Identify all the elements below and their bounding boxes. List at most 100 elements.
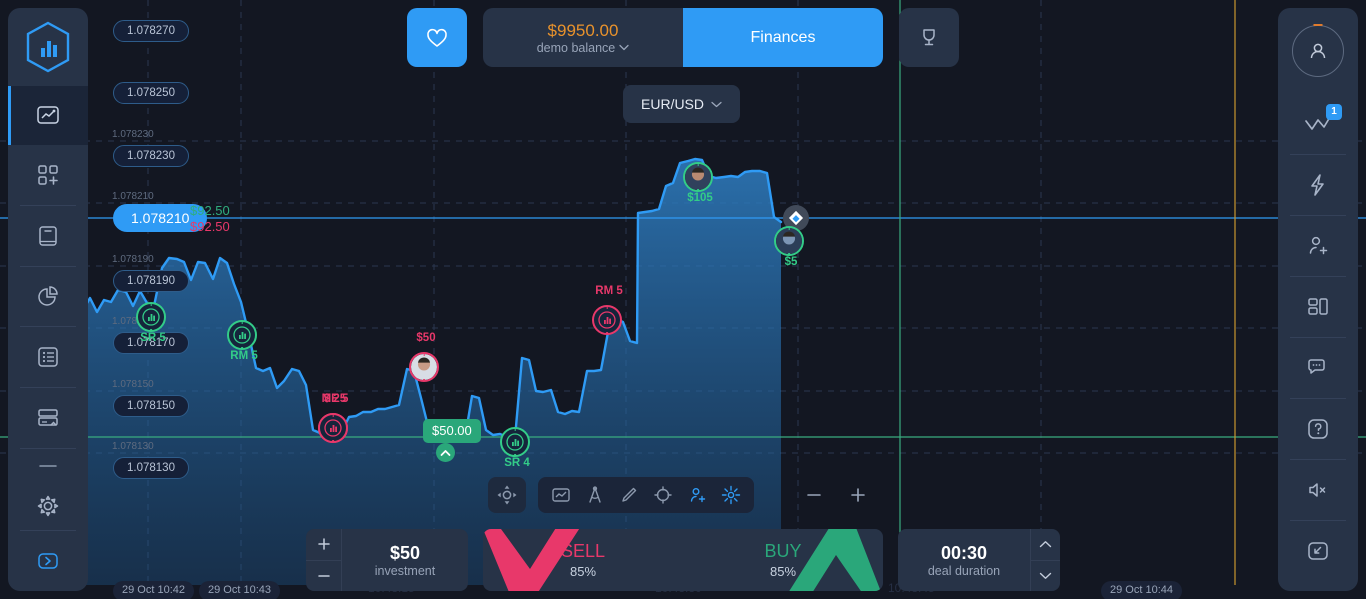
user-plus-icon <box>1305 233 1331 259</box>
plus-icon <box>317 537 331 551</box>
marker-label: $105 <box>687 192 713 204</box>
price-pill[interactable]: 1.078230 <box>113 145 189 167</box>
sidebar-item-book[interactable] <box>8 206 88 266</box>
trading-platform-app: 1.0782301.0782101.0781901.0781701.078150… <box>0 0 1366 599</box>
price-pill[interactable]: 1.078150 <box>113 395 189 417</box>
follow-trader-tool[interactable] <box>680 477 714 513</box>
card-up-icon <box>35 405 61 431</box>
grid-price-label: 1.078150 <box>112 379 154 390</box>
pan-move-icon <box>496 484 518 506</box>
time-axis-label: 29 Oct 10:42 <box>113 581 194 599</box>
marker-label: $ 25 <box>324 393 346 405</box>
sidebar-item-widgets[interactable] <box>8 145 88 205</box>
time-axis-label: 29 Oct 10:43 <box>199 581 280 599</box>
price-pill[interactable]: 1.078130 <box>113 457 189 479</box>
profile-avatar[interactable] <box>1278 8 1358 94</box>
gear-icon <box>35 493 61 519</box>
marker-bubble <box>500 427 530 457</box>
indicators-tool[interactable] <box>714 477 748 513</box>
trader-marker-50[interactable]: $50 <box>409 352 443 382</box>
investment-steppers <box>306 529 342 591</box>
sidebar-item-list[interactable] <box>8 327 88 387</box>
price-pill[interactable]: 1.078250 <box>113 82 189 104</box>
trader-marker-rm5-right[interactable]: RM 5 <box>592 305 626 335</box>
trader-marker-sr4[interactable]: SR 4 <box>500 427 534 457</box>
zoom-out-button[interactable] <box>800 481 828 509</box>
chart-type-tool[interactable] <box>544 477 578 513</box>
zoom-controls <box>800 477 872 513</box>
sell-button[interactable]: SELL 85% <box>483 529 683 591</box>
open-deal-direction-icon <box>436 443 455 462</box>
chevron-down-icon <box>1039 571 1052 580</box>
top-bar: $9950.00 demo balance Finances EUR/USD <box>0 0 1366 75</box>
investment-control: $50 investment <box>306 529 468 591</box>
marker-bubble <box>409 352 439 382</box>
price-pill[interactable]: 1.078190 <box>113 270 189 292</box>
list-icon <box>35 344 61 370</box>
pencil-tool[interactable] <box>612 477 646 513</box>
asset-selector[interactable]: EUR/USD <box>623 85 740 123</box>
crosshair-tool[interactable] <box>646 477 680 513</box>
signals-button[interactable] <box>1278 155 1358 215</box>
zoom-in-button[interactable] <box>844 481 872 509</box>
layout-button[interactable] <box>1278 277 1358 337</box>
asset-label: EUR/USD <box>641 96 704 112</box>
user-avatar-icon <box>1306 39 1330 63</box>
heart-icon <box>425 26 449 50</box>
marker-bubble <box>227 320 257 350</box>
fullscreen-button[interactable] <box>1278 521 1358 581</box>
balance-selector[interactable]: $9950.00 demo balance <box>483 8 683 67</box>
grid-plus-icon <box>35 162 61 188</box>
tournaments-button[interactable] <box>899 8 959 67</box>
trades-button[interactable]: 1 <box>1278 94 1358 154</box>
investment-increase-button[interactable] <box>306 529 341 561</box>
marker-bubble <box>592 305 622 335</box>
sidebar-item-payments[interactable] <box>8 388 88 448</box>
sidebar-minimize[interactable] <box>8 449 88 483</box>
pan-tool-button[interactable] <box>488 477 526 513</box>
trader-marker-105[interactable]: $105 <box>683 162 717 192</box>
app-logo[interactable] <box>8 8 88 86</box>
chevron-up-icon <box>1039 540 1052 549</box>
favorites-button[interactable] <box>407 8 467 67</box>
sidebar-item-settings[interactable] <box>8 483 88 531</box>
open-deal-badge[interactable]: $50.00 <box>423 419 481 443</box>
trader-logo-icon <box>324 419 342 437</box>
balance-amount: $9950.00 <box>548 21 619 41</box>
trader-avatar-icon <box>685 164 711 190</box>
drawing-tool[interactable] <box>578 477 612 513</box>
chat-bubble-icon <box>1305 355 1331 381</box>
time-axis-label: 29 Oct 10:44 <box>1101 581 1182 599</box>
trader-logo-icon <box>598 311 616 329</box>
trader-marker-5[interactable]: $5 <box>774 226 808 256</box>
trader-logo-icon <box>506 433 524 451</box>
marker-label: RM 5 <box>230 350 257 362</box>
pie-chart-icon <box>35 284 61 310</box>
grid-price-label: 1.078190 <box>112 254 154 265</box>
duration-value-area[interactable]: 00:30 deal duration <box>898 529 1030 591</box>
help-button[interactable] <box>1278 399 1358 459</box>
finances-button[interactable]: Finances <box>683 8 883 67</box>
marker-label: SR 4 <box>504 457 530 469</box>
sell-label: SELL <box>561 541 605 562</box>
buy-button[interactable]: BUY 85% <box>683 529 883 591</box>
sidebar-item-chart[interactable] <box>8 86 88 146</box>
profit-label: $92.50 <box>190 203 230 218</box>
chart-tools-group <box>538 477 754 513</box>
duration-decrease-button[interactable] <box>1031 561 1060 592</box>
sidebar-item-analytics[interactable] <box>8 267 88 327</box>
chat-button[interactable] <box>1278 338 1358 398</box>
investment-value-area[interactable]: $50 investment <box>342 529 468 591</box>
trader-marker-rm5-left[interactable]: RM 5 <box>227 320 261 350</box>
marker-label: $50 <box>416 332 435 344</box>
trader-logo-icon <box>142 308 160 326</box>
trader-marker-sr5[interactable]: SR 5 <box>136 302 170 332</box>
layout-grid-icon <box>1305 294 1331 320</box>
duration-value: 00:30 <box>941 543 987 564</box>
invite-button[interactable] <box>1278 216 1358 276</box>
investment-decrease-button[interactable] <box>306 561 341 592</box>
duration-increase-button[interactable] <box>1031 529 1060 561</box>
sound-button[interactable] <box>1278 460 1358 520</box>
sidebar-item-collapse[interactable] <box>8 531 88 591</box>
trader-marker-25[interactable]: $ 25 <box>318 413 352 443</box>
